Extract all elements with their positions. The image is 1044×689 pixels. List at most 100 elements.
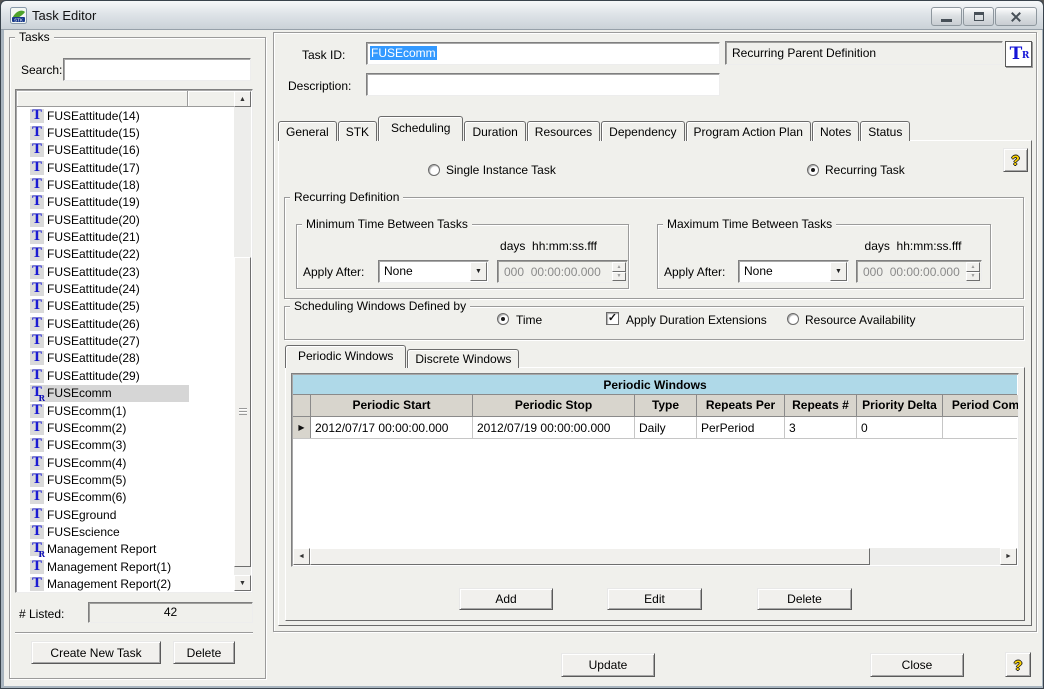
task-list-item[interactable]: TManagement Report(2) xyxy=(17,575,236,591)
task-id-input[interactable]: FUSEcomm xyxy=(366,42,720,65)
time-radio[interactable] xyxy=(497,313,509,325)
task-list-item[interactable]: TFUSEattitude(21) xyxy=(17,228,236,245)
task-list-item[interactable]: TFUSEground xyxy=(17,506,236,523)
tab-periodic-windows[interactable]: Periodic Windows xyxy=(285,345,406,368)
scroll-right-icon[interactable]: ► xyxy=(1000,548,1017,565)
update-button[interactable]: Update xyxy=(561,653,655,677)
min-apply-after-combo[interactable]: None ▼ xyxy=(378,260,489,283)
task-list-item[interactable]: TFUSEattitude(26) xyxy=(17,315,236,332)
task-list-item[interactable]: TFUSEattitude(27) xyxy=(17,332,236,349)
tab-stk[interactable]: STK xyxy=(338,121,377,141)
task-list-item[interactable]: TFUSEattitude(17) xyxy=(17,159,236,176)
task-list-header-col1[interactable] xyxy=(17,91,188,107)
task-list-item[interactable]: TFUSEcomm(2) xyxy=(17,419,236,436)
scroll-up-icon[interactable]: ▲ xyxy=(234,91,251,107)
grid-hscrollbar[interactable]: ◄ ► xyxy=(293,548,1017,565)
row-selector-icon[interactable]: ▶ xyxy=(293,417,311,438)
tab-program-action-plan[interactable]: Program Action Plan xyxy=(686,121,811,141)
task-list-item[interactable]: TFUSEattitude(22) xyxy=(17,246,236,263)
grid-column-period-com: Period Com xyxy=(943,395,1019,417)
task-list-item[interactable]: TFUSEattitude(14) xyxy=(17,107,236,124)
task-list-item[interactable]: TFUSEattitude(18) xyxy=(17,176,236,193)
minimize-button[interactable] xyxy=(931,7,962,26)
task-list-item[interactable]: TFUSEattitude(24) xyxy=(17,280,236,297)
left-panel-separator xyxy=(15,632,253,634)
task-list-item[interactable]: TFUSEattitude(28) xyxy=(17,350,236,367)
min-duration-spinner[interactable]: 000 00:00:00.000 ▲▼ xyxy=(497,260,628,283)
delete-task-button[interactable]: Delete xyxy=(173,641,235,664)
tab-general[interactable]: General xyxy=(278,121,337,141)
dialog-help-button[interactable]: ? xyxy=(1005,652,1031,677)
task-list[interactable]: TFUSEattitude(14)TFUSEattitude(15)TFUSEa… xyxy=(15,89,253,593)
task-list-header-col2[interactable] xyxy=(188,91,236,107)
tab-scheduling[interactable]: Scheduling xyxy=(378,116,463,141)
tab-status[interactable]: Status xyxy=(860,121,910,141)
thumb-grip xyxy=(239,408,247,415)
single-instance-radio[interactable] xyxy=(428,164,440,176)
task-list-item[interactable]: TFUSEattitude(25) xyxy=(17,298,236,315)
task-list-item[interactable]: TRManagement Report xyxy=(17,541,236,558)
scroll-down-icon[interactable]: ▼ xyxy=(234,575,251,591)
add-window-button[interactable]: Add xyxy=(459,588,553,610)
grid-cell: 3 xyxy=(785,417,857,438)
task-icon: T xyxy=(30,317,44,331)
task-list-item[interactable]: TFUSEattitude(20) xyxy=(17,211,236,228)
task-label: FUSEattitude(29) xyxy=(47,369,140,383)
task-list-item[interactable]: TFUSEattitude(19) xyxy=(17,194,236,211)
maximize-button[interactable] xyxy=(963,7,994,26)
max-duration-spinner[interactable]: 000 00:00:00.000 ▲▼ xyxy=(856,260,982,283)
spin-down-icon[interactable]: ▼ xyxy=(612,272,626,282)
task-label: FUSEattitude(21) xyxy=(47,230,140,244)
task-list-item[interactable]: TManagement Report(1) xyxy=(17,558,236,575)
task-label: FUSEattitude(26) xyxy=(47,317,140,331)
task-list-item[interactable]: TFUSEcomm(5) xyxy=(17,471,236,488)
periodic-windows-grid[interactable]: Periodic Windows Periodic StartPeriodic … xyxy=(291,373,1019,567)
spin-up-icon[interactable]: ▲ xyxy=(966,262,980,272)
scheduling-help-button[interactable]: ? xyxy=(1003,148,1028,172)
task-icon: T xyxy=(30,109,44,123)
task-list-item[interactable]: TFUSEcomm(3) xyxy=(17,437,236,454)
task-list-scrollbar[interactable]: ▲ ▼ xyxy=(234,91,251,591)
create-new-task-button[interactable]: Create New Task xyxy=(31,641,161,664)
task-list-item[interactable]: TFUSEattitude(16) xyxy=(17,142,236,159)
tab-discrete-windows[interactable]: Discrete Windows xyxy=(407,349,519,368)
scrollbar-thumb[interactable] xyxy=(234,257,251,567)
task-list-item[interactable]: TFUSEcomm(4) xyxy=(17,454,236,471)
combo-arrow-icon[interactable]: ▼ xyxy=(830,262,847,281)
titlebar[interactable]: STK Task Editor xyxy=(1,1,1043,30)
task-id-value: FUSEcomm xyxy=(370,46,437,60)
recurring-task-icon-button[interactable]: TR xyxy=(1005,41,1032,67)
tab-notes[interactable]: Notes xyxy=(812,121,859,141)
spin-down-icon[interactable]: ▼ xyxy=(966,272,980,282)
resource-availability-radio[interactable] xyxy=(787,313,799,325)
scroll-left-icon[interactable]: ◄ xyxy=(293,548,310,565)
task-list-rows: TFUSEattitude(14)TFUSEattitude(15)TFUSEa… xyxy=(17,107,236,591)
edit-window-button[interactable]: Edit xyxy=(607,588,702,610)
tab-duration[interactable]: Duration xyxy=(464,121,525,141)
task-list-item[interactable]: TFUSEattitude(15) xyxy=(17,124,236,141)
min-apply-after-label: Apply After: xyxy=(303,265,364,279)
apply-duration-extensions-checkbox[interactable]: ✓ xyxy=(606,312,619,325)
max-apply-after-combo[interactable]: None ▼ xyxy=(738,260,849,283)
task-label: FUSEattitude(14) xyxy=(47,109,140,123)
recurring-task-radio[interactable] xyxy=(807,164,819,176)
tab-dependency[interactable]: Dependency xyxy=(601,121,684,141)
close-window-button[interactable] xyxy=(995,7,1037,26)
task-list-item[interactable]: TFUSEcomm(6) xyxy=(17,489,236,506)
hscrollbar-thumb[interactable] xyxy=(310,548,870,565)
task-list-item[interactable]: TFUSEattitude(23) xyxy=(17,263,236,280)
description-input[interactable] xyxy=(366,73,720,96)
task-list-item[interactable]: TFUSEcomm(1) xyxy=(17,402,236,419)
task-list-item[interactable]: TFUSEattitude(29) xyxy=(17,367,236,384)
spin-up-icon[interactable]: ▲ xyxy=(612,262,626,272)
close-button[interactable]: Close xyxy=(870,653,964,677)
task-icon: T xyxy=(30,334,44,348)
tab-resources[interactable]: Resources xyxy=(527,121,600,141)
task-list-item[interactable]: TRFUSEcomm xyxy=(17,385,236,402)
search-input[interactable] xyxy=(63,58,251,81)
apply-duration-extensions-label: Apply Duration Extensions xyxy=(626,313,767,327)
combo-arrow-icon[interactable]: ▼ xyxy=(470,262,487,281)
delete-window-button[interactable]: Delete xyxy=(757,588,852,610)
task-list-item[interactable]: TFUSEscience xyxy=(17,523,236,540)
grid-data-row[interactable]: ▶2012/07/17 00:00:00.0002012/07/19 00:00… xyxy=(293,417,1017,439)
